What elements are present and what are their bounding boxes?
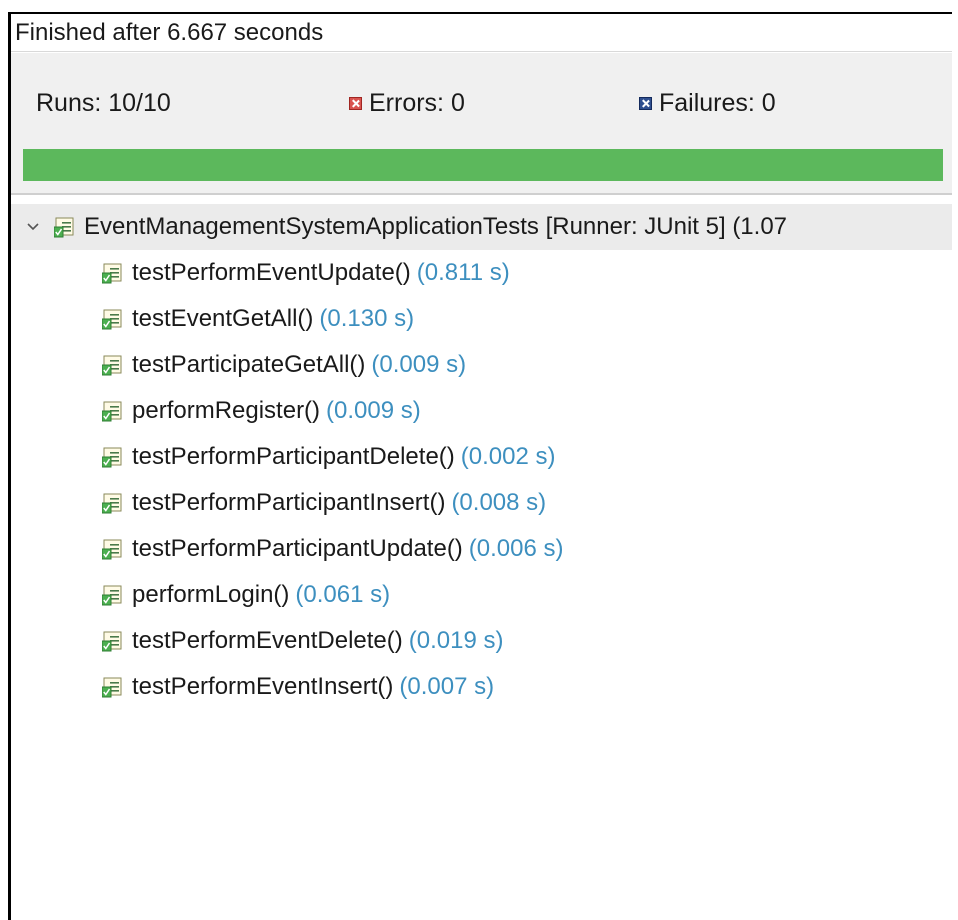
test-name: testPerformEventInsert() bbox=[132, 673, 394, 700]
errors-label: Errors: 0 bbox=[369, 89, 465, 117]
test-passed-icon bbox=[102, 354, 124, 376]
test-passed-icon bbox=[102, 262, 124, 284]
test-name: testPerformParticipantDelete() bbox=[132, 443, 455, 470]
test-row[interactable]: testPerformParticipantInsert() (0.008 s) bbox=[11, 480, 952, 526]
test-row[interactable]: testEventGetAll() (0.130 s) bbox=[11, 296, 952, 342]
tree-root-label: EventManagementSystemApplicationTests [R… bbox=[84, 213, 788, 240]
test-row[interactable]: testPerformEventInsert() (0.007 s) bbox=[11, 664, 952, 710]
test-passed-icon bbox=[102, 538, 124, 560]
status-message: Finished after 6.667 seconds bbox=[11, 14, 952, 52]
test-suite-icon bbox=[54, 216, 76, 238]
summary-panel: Runs: 10/10 Errors: 0 Failures: 0 bbox=[11, 53, 952, 195]
test-tree[interactable]: EventManagementSystemApplicationTests [R… bbox=[11, 204, 952, 710]
test-row[interactable]: testPerformParticipantDelete() (0.002 s) bbox=[11, 434, 952, 480]
failure-icon bbox=[639, 97, 652, 110]
failures-label: Failures: 0 bbox=[659, 89, 776, 117]
test-duration: (0.009 s) bbox=[371, 351, 467, 378]
runs-label: Runs: 10/10 bbox=[36, 89, 171, 117]
test-passed-icon bbox=[102, 446, 124, 468]
test-duration: (0.130 s) bbox=[319, 305, 415, 332]
test-row[interactable]: testPerformEventDelete() (0.019 s) bbox=[11, 618, 952, 664]
test-row[interactable]: testPerformEventUpdate() (0.811 s) bbox=[11, 250, 952, 296]
test-name: performRegister() bbox=[132, 397, 321, 424]
test-duration: (0.009 s) bbox=[326, 397, 421, 424]
junit-view: Finished after 6.667 seconds Runs: 10/10… bbox=[8, 12, 952, 920]
failures-counter: Failures: 0 bbox=[639, 89, 776, 118]
test-name: testParticipateGetAll() bbox=[132, 351, 366, 378]
test-passed-icon bbox=[102, 492, 124, 514]
test-row[interactable]: testParticipateGetAll() (0.009 s) bbox=[11, 342, 952, 388]
chevron-down-icon[interactable] bbox=[26, 220, 40, 234]
test-duration: (0.002 s) bbox=[460, 443, 556, 470]
test-passed-icon bbox=[102, 630, 124, 652]
test-name: testPerformEventDelete() bbox=[132, 627, 403, 654]
test-duration: (0.019 s) bbox=[408, 627, 504, 654]
test-duration: (0.006 s) bbox=[468, 535, 564, 562]
progress-fill bbox=[23, 149, 943, 181]
test-duration: (0.008 s) bbox=[451, 489, 547, 516]
test-duration: (0.007 s) bbox=[399, 673, 495, 700]
test-row[interactable]: performLogin() (0.061 s) bbox=[11, 572, 952, 618]
test-name: testPerformParticipantInsert() bbox=[132, 489, 446, 516]
test-name: testPerformParticipantUpdate() bbox=[132, 535, 463, 562]
test-passed-icon bbox=[102, 676, 124, 698]
error-icon bbox=[349, 97, 362, 110]
test-row[interactable]: performRegister() (0.009 s) bbox=[11, 388, 952, 434]
test-duration: (0.811 s) bbox=[416, 259, 510, 286]
test-passed-icon bbox=[102, 308, 124, 330]
test-duration: (0.061 s) bbox=[295, 581, 391, 608]
test-name: performLogin() bbox=[132, 581, 290, 608]
tree-root-suite[interactable]: EventManagementSystemApplicationTests [R… bbox=[11, 204, 952, 250]
test-passed-icon bbox=[102, 400, 124, 422]
progress-bar bbox=[23, 149, 943, 181]
errors-counter: Errors: 0 bbox=[349, 89, 465, 118]
test-name: testPerformEventUpdate() bbox=[132, 259, 411, 286]
test-row[interactable]: testPerformParticipantUpdate() (0.006 s) bbox=[11, 526, 952, 572]
test-passed-icon bbox=[102, 584, 124, 606]
test-name: testEventGetAll() bbox=[132, 305, 314, 332]
runs-counter: Runs: 10/10 bbox=[36, 89, 171, 118]
